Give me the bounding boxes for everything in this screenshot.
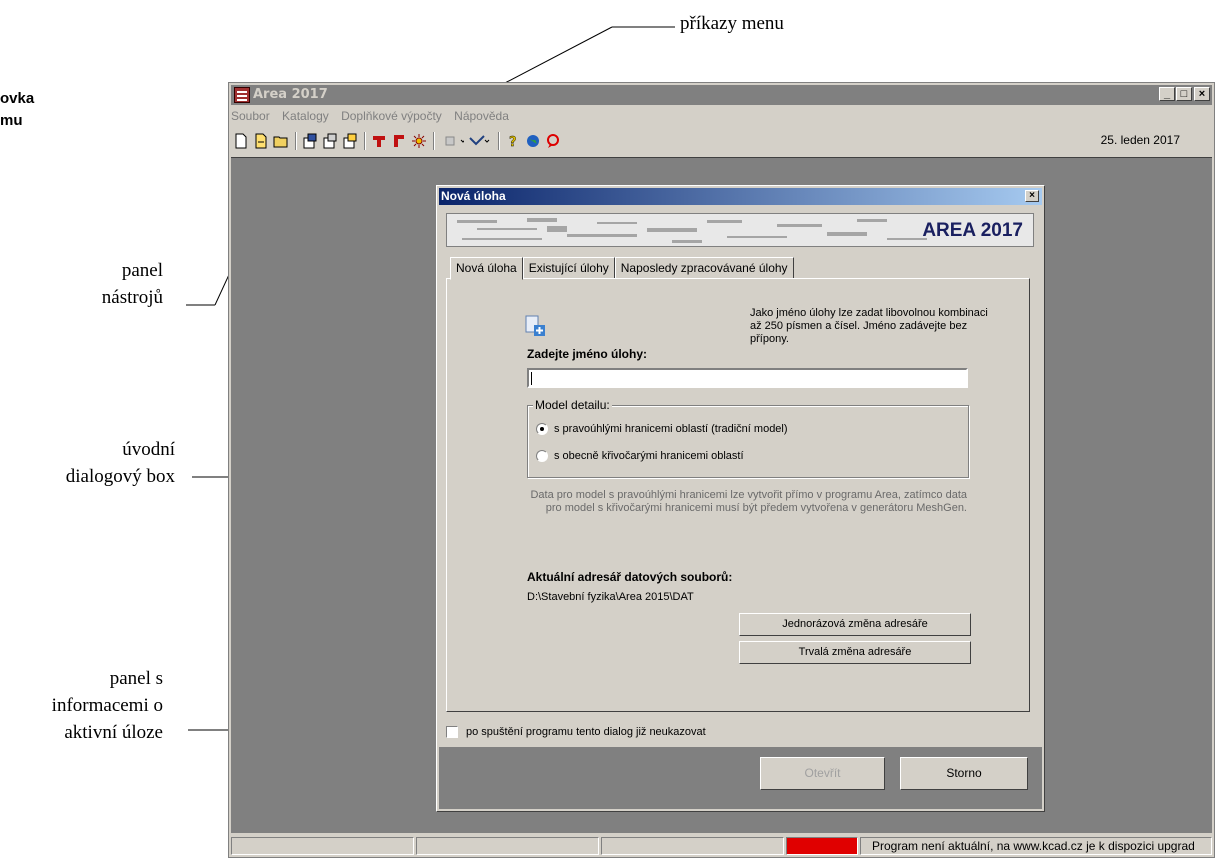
app-title-bar[interactable]: Area 2017 _ □ ×: [231, 85, 1212, 105]
dialog-footer: Otevřít Storno: [439, 747, 1042, 809]
task-name-input[interactable]: [527, 368, 968, 388]
toolbar-separator: [295, 132, 297, 150]
status-panel-2: [416, 837, 599, 855]
radio-curvilinear-button[interactable]: [536, 450, 548, 462]
app-title: Area 2017: [253, 87, 328, 102]
text-caret: [531, 372, 532, 385]
properties-icon-1[interactable]: [302, 133, 318, 149]
dont-show-checkbox[interactable]: po spuštění programu tento dialog již ne…: [446, 726, 706, 738]
new-task-dialog: Nová úloha × AREA 2017 Nová úloha Existu…: [436, 185, 1045, 812]
radio-rectangular[interactable]: s pravoúhlými hranicemi oblastí (tradičn…: [536, 423, 788, 435]
tab-existing-tasks[interactable]: Existující úlohy: [522, 257, 615, 279]
status-panel-1: [231, 837, 414, 855]
menu-soubor[interactable]: Soubor: [231, 109, 270, 123]
shape-l-icon[interactable]: [391, 133, 407, 149]
toolbar-separator: [498, 132, 500, 150]
tab-panel: Jako jméno úlohy lze zadat libovolnou ko…: [446, 278, 1030, 712]
status-alert: [786, 837, 858, 855]
globe-icon[interactable]: [525, 133, 541, 149]
calc-dropdown-icon[interactable]: [468, 133, 492, 149]
status-message[interactable]: Program není aktuální, na www.kcad.cz je…: [860, 837, 1212, 855]
change-directory-once-button[interactable]: Jednorázová změna adresáře: [739, 613, 971, 636]
callout-info-panel: panel s informacemi o aktivní úloze: [51, 668, 163, 743]
sun-icon[interactable]: [411, 133, 427, 149]
directory-path: D:\Stavební fyzika\Area 2015\DAT: [527, 591, 694, 603]
shape-t-icon[interactable]: [371, 133, 387, 149]
toolbar-separator: [364, 132, 366, 150]
date-display: 25. leden 2017: [1100, 133, 1180, 147]
menu-bar: Soubor Katalogy Doplňkové výpočty Nápově…: [231, 106, 518, 126]
svg-text:?: ?: [509, 135, 517, 149]
menu-napoveda[interactable]: Nápověda: [454, 109, 509, 123]
radio-rectangular-button[interactable]: [536, 423, 548, 435]
status-panel-3: [601, 837, 784, 855]
banner-title: AREA 2017: [922, 220, 1023, 241]
menu-doplnkove-vypocty[interactable]: Doplňkové výpočty: [341, 109, 442, 123]
new-file-icon[interactable]: [233, 133, 249, 149]
new-document-icon: [525, 315, 545, 336]
callout-menu-commands: příkazy menu: [680, 13, 784, 34]
dont-show-checkbox-label: po spuštění programu tento dialog již ne…: [466, 726, 706, 738]
cancel-button[interactable]: Storno: [900, 757, 1028, 790]
maximize-button[interactable]: □: [1176, 87, 1192, 101]
name-label: Zadejte jméno úlohy:: [527, 347, 648, 361]
tab-recent-tasks[interactable]: Naposledy zpracovávané úlohy: [614, 257, 794, 279]
info-text: Jako jméno úlohy lze zadat libovolnou ko…: [750, 307, 988, 345]
dialog-title: Nová úloha: [441, 189, 506, 203]
model-detail-group: Model detailu: s pravoúhlými hranicemi o…: [527, 398, 969, 478]
radio-curvilinear[interactable]: s obecně křivočarými hranicemi oblastí: [536, 450, 744, 462]
banner: AREA 2017: [446, 213, 1034, 247]
radio-rectangular-label: s pravoúhlými hranicemi oblastí (tradičn…: [554, 423, 788, 435]
open-file-icon[interactable]: [253, 133, 269, 149]
close-button[interactable]: ×: [1194, 87, 1210, 101]
mesh-dropdown-icon[interactable]: [440, 133, 464, 149]
callout-intro-dialog: úvodní dialogový box: [65, 439, 175, 487]
tab-bar: Nová úloha Existující úlohy Naposledy zp…: [450, 257, 794, 280]
status-bar: Program není aktuální, na www.kcad.cz je…: [231, 837, 1212, 855]
directory-label: Aktuální adresář datových souborů:: [527, 570, 733, 584]
menu-katalogy[interactable]: Katalogy: [282, 109, 329, 123]
open-folder-icon[interactable]: [273, 133, 289, 149]
dont-show-checkbox-box[interactable]: [446, 726, 458, 738]
callout-toolbar-panel: panel nástrojů: [101, 260, 163, 308]
dialog-title-bar[interactable]: Nová úloha ×: [439, 188, 1042, 205]
app-icon[interactable]: [234, 87, 250, 103]
toolbar-separator: [433, 132, 435, 150]
properties-icon-3[interactable]: [342, 133, 358, 149]
model-description: Data pro model s pravoúhlými hranicemi l…: [530, 489, 967, 514]
dialog-close-button[interactable]: ×: [1025, 190, 1039, 202]
minimize-button[interactable]: _: [1159, 87, 1175, 101]
open-button[interactable]: Otevřít: [760, 757, 885, 790]
change-directory-permanent-button[interactable]: Trvalá změna adresáře: [739, 641, 971, 664]
tab-new-task[interactable]: Nová úloha: [450, 257, 523, 280]
properties-icon-2[interactable]: [322, 133, 338, 149]
callout-title-bar-partial: ovka mu: [0, 90, 35, 129]
help-icon[interactable]: ?: [505, 133, 521, 149]
model-detail-legend: Model detailu:: [533, 398, 612, 412]
chat-icon[interactable]: [545, 133, 561, 149]
toolbar: ?: [233, 129, 565, 153]
radio-curvilinear-label: s obecně křivočarými hranicemi oblastí: [554, 450, 744, 462]
